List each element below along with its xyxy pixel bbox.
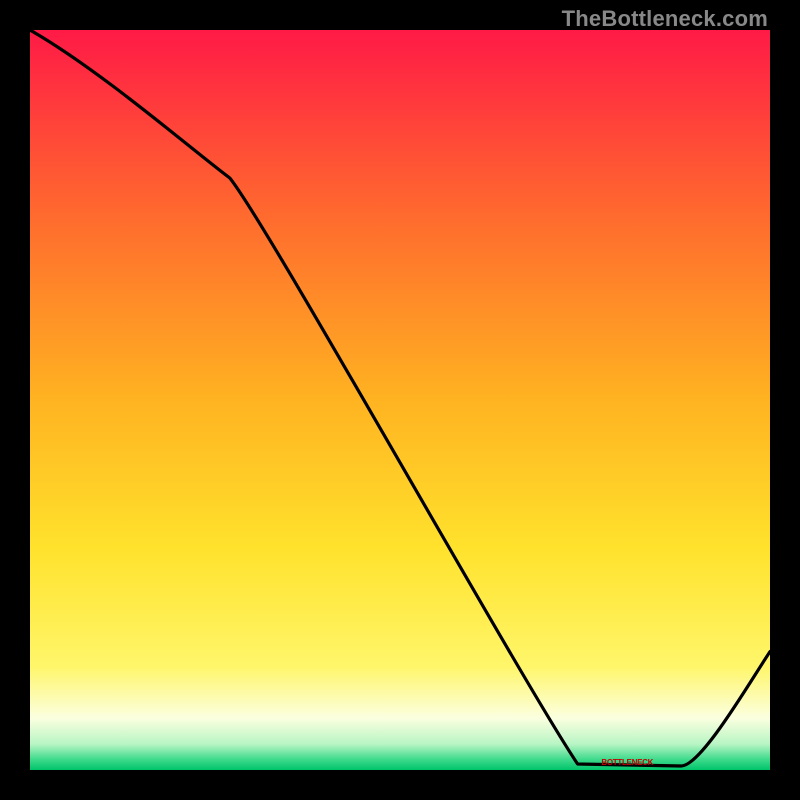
chart-frame: BOTTLENECK bbox=[30, 30, 770, 770]
bottleneck-chart bbox=[30, 30, 770, 770]
chart-background bbox=[30, 30, 770, 770]
optimal-zone-badge: BOTTLENECK bbox=[601, 758, 653, 767]
attribution-text: TheBottleneck.com bbox=[562, 6, 768, 32]
